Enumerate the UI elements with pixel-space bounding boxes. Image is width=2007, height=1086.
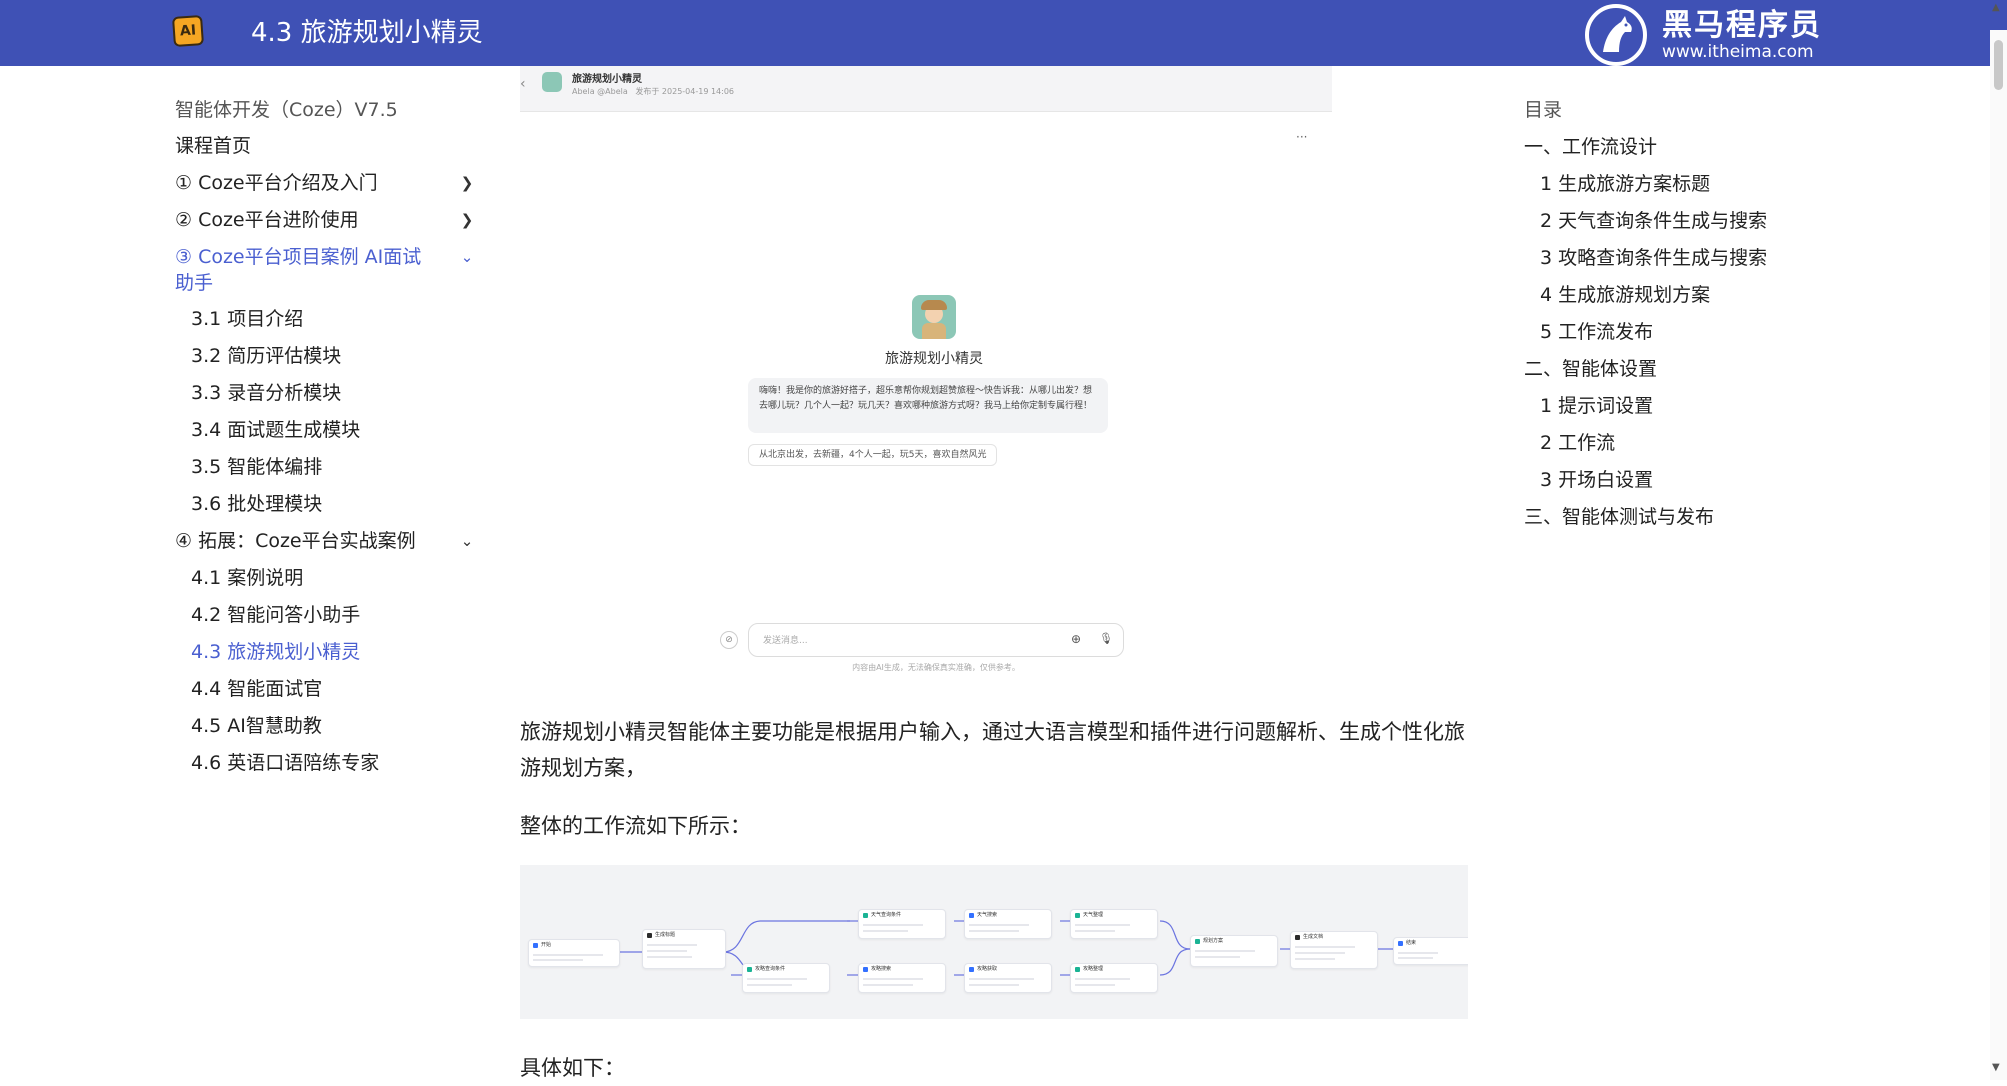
bot-title: 旅游规划小精灵: [572, 74, 642, 85]
suggested-question: 从北京出发，去新疆，4个人一起，玩5天，喜欢自然风光: [748, 444, 998, 466]
page-scrollbar[interactable]: [1990, 30, 2007, 1080]
add-attachment-icon: ⊕: [1071, 632, 1082, 646]
brand-logo[interactable]: 黑马程序员 www.itheima.com: [1585, 0, 1825, 66]
sidebar-item-label: ① Coze平台介绍及入门: [175, 172, 378, 194]
ai-logo-icon[interactable]: AI: [171, 14, 205, 48]
bot-header: ‹ 旅游规划小精灵 Abela @Abela 发布于 2025-04-19 14…: [520, 66, 1332, 112]
toc-item-workflow-publish[interactable]: 5 工作流发布: [1524, 318, 1784, 355]
workflow-node-output: 生成文档: [1290, 931, 1378, 969]
page-title: 4.3 旅游规划小精灵: [251, 18, 483, 48]
sidebar-item-4-6[interactable]: 4.6 英语口语陪练专家: [175, 750, 475, 787]
sidebar-item-section-2[interactable]: ② Coze平台进阶使用 ❯: [175, 207, 475, 244]
workflow-node-plan: 规划方案: [1190, 935, 1278, 967]
sidebar-item-label: 4.1 案例说明: [191, 567, 304, 589]
table-of-contents: 目录 一、工作流设计 1 生成旅游方案标题 2 天气查询条件生成与搜索 3 攻略…: [1524, 96, 1784, 540]
sidebar-item-label: 4.4 智能面试官: [191, 678, 323, 700]
top-header-bar: AI 4.3 旅游规划小精灵 黑马程序员 www.itheima.com: [0, 0, 2007, 66]
chevron-down-icon[interactable]: ⌄: [459, 528, 475, 554]
toc-item-generate-title[interactable]: 1 生成旅游方案标题: [1524, 170, 1784, 207]
toc-item-workflow[interactable]: 2 工作流: [1524, 429, 1784, 466]
bot-publish-date: 发布于 2025-04-19 14:06: [635, 87, 735, 96]
chevron-right-icon[interactable]: ❯: [459, 170, 475, 196]
course-sidebar: 智能体开发（Coze）V7.5 课程首页 ① Coze平台介绍及入门 ❯ ② Co…: [175, 96, 475, 787]
brand-name-cn: 黑马程序员: [1662, 8, 1822, 43]
sidebar-item-3-2[interactable]: 3.2 简历评估模块: [175, 343, 475, 380]
sidebar-item-3-6[interactable]: 3.6 批处理模块: [175, 491, 475, 528]
bot-name: 旅游规划小精灵: [885, 351, 983, 367]
workflow-node-end: 结束: [1393, 937, 1468, 965]
workflow-node-weather-cond: 天气查询条件: [858, 909, 946, 939]
sidebar-item-label: 3.1 项目介绍: [191, 308, 304, 330]
chat-input-box: 发送消息... ⊕ 🎙: [748, 623, 1124, 657]
clear-chat-icon: ⊘: [720, 631, 738, 649]
sidebar-item-section-4[interactable]: ④ 拓展：Coze平台实战案例 ⌄: [175, 528, 475, 565]
microphone-icon: 🎙: [1099, 632, 1113, 645]
sidebar-item-label: ② Coze平台进阶使用: [175, 209, 359, 231]
sidebar-item-3-1[interactable]: 3.1 项目介绍: [175, 306, 475, 343]
sidebar-item-section-1[interactable]: ① Coze平台介绍及入门 ❯: [175, 170, 475, 207]
workflow-node-guide-fetch: 攻略获取: [964, 963, 1052, 993]
sidebar-item-label: 4.5 AI智慧助教: [191, 715, 322, 737]
sidebar-item-label: 4.3 旅游规划小精灵: [191, 641, 361, 663]
bot-chat-screenshot: ‹ 旅游规划小精灵 Abela @Abela 发布于 2025-04-19 14…: [520, 66, 1332, 674]
scrollbar-thumb[interactable]: [1994, 40, 2003, 90]
workflow-node-weather-search: 天气搜索: [964, 909, 1052, 939]
workflow-node-title: 生成标题: [642, 929, 726, 969]
workflow-node-guide-cond: 攻略查询条件: [742, 963, 830, 993]
scroll-down-arrow-icon[interactable]: ▼: [1992, 1062, 2000, 1073]
more-options-icon: ···: [1296, 130, 1308, 144]
sidebar-item-label: 3.4 面试题生成模块: [191, 419, 361, 441]
sidebar-item-course-home[interactable]: 课程首页: [175, 133, 475, 170]
brand-url: www.itheima.com: [1662, 42, 1814, 62]
intro-paragraph: 旅游规划小精灵智能体主要功能是根据用户输入，通过大语言模型和插件进行问题解析、生…: [520, 720, 1465, 780]
toc-item-weather-search[interactable]: 2 天气查询条件生成与搜索: [1524, 207, 1784, 244]
workflow-node-start: 开始: [528, 939, 620, 967]
sidebar-item-4-1[interactable]: 4.1 案例说明: [175, 565, 475, 602]
toc-item-workflow-design[interactable]: 一、工作流设计: [1524, 133, 1784, 170]
sidebar-item-4-4[interactable]: 4.4 智能面试官: [175, 676, 475, 713]
bot-avatar-small: [542, 72, 562, 92]
sidebar-item-label: ③ Coze平台项目案例 AI面试助手: [175, 246, 422, 294]
horse-logo-icon: [1585, 4, 1647, 66]
greeting-bubble: 嗨嗨！我是你的旅游好搭子，超乐意帮你规划超赞旅程～快告诉我：从哪儿出发？想去哪儿…: [748, 378, 1108, 433]
sidebar-item-4-2[interactable]: 4.2 智能问答小助手: [175, 602, 475, 639]
toc-item-test-publish[interactable]: 三、智能体测试与发布: [1524, 503, 1784, 540]
toc-title: 目录: [1524, 99, 1563, 121]
toc-item-generate-plan[interactable]: 4 生成旅游规划方案: [1524, 281, 1784, 318]
toc-item-prompt-settings[interactable]: 1 提示词设置: [1524, 392, 1784, 429]
workflow-node-weather-merge: 天气整理: [1070, 909, 1158, 939]
sidebar-item-label: 3.5 智能体编排: [191, 456, 323, 478]
chat-input-placeholder: 发送消息...: [763, 636, 808, 646]
sidebar-item-3-4[interactable]: 3.4 面试题生成模块: [175, 417, 475, 454]
workflow-intro-text: 整体的工作流如下所示：: [520, 814, 751, 838]
sidebar-item-3-5[interactable]: 3.5 智能体编排: [175, 454, 475, 491]
sidebar-item-label: 3.3 录音分析模块: [191, 382, 342, 404]
workflow-diagram: 开始 生成标题 天气查询条件 天气搜索 天气整理 攻略查询条件 攻略搜索 攻略获…: [520, 865, 1468, 1019]
toc-item-agent-settings[interactable]: 二、智能体设置: [1524, 355, 1784, 392]
chevron-right-icon[interactable]: ❯: [459, 207, 475, 233]
bot-meta: Abela @Abela 发布于 2025-04-19 14:06: [572, 86, 734, 97]
sidebar-item-3-3[interactable]: 3.3 录音分析模块: [175, 380, 475, 417]
sidebar-item-label: 课程首页: [175, 135, 252, 157]
sidebar-item-section-3[interactable]: ③ Coze平台项目案例 AI面试助手 ⌄: [175, 244, 475, 306]
sidebar-item-label: 3.6 批处理模块: [191, 493, 323, 515]
workflow-node-guide-merge: 攻略整理: [1070, 963, 1158, 993]
sidebar-item-4-5[interactable]: 4.5 AI智慧助教: [175, 713, 475, 750]
bot-avatar: [912, 295, 956, 339]
scroll-up-arrow-icon[interactable]: ▲: [1992, 2, 2000, 13]
details-heading-text: 具体如下：: [520, 1056, 625, 1080]
toc-item-guide-search[interactable]: 3 攻略查询条件生成与搜索: [1524, 244, 1784, 281]
toc-item-opening-settings[interactable]: 3 开场白设置: [1524, 466, 1784, 503]
sidebar-item-label: ④ 拓展：Coze平台实战案例: [175, 530, 416, 552]
sidebar-item-label: 4.2 智能问答小助手: [191, 604, 361, 626]
chevron-down-icon[interactable]: ⌄: [459, 244, 475, 270]
workflow-node-guide-search: 攻略搜索: [858, 963, 946, 993]
sidebar-item-4-3[interactable]: 4.3 旅游规划小精灵: [175, 639, 475, 676]
bot-author: Abela @Abela: [572, 87, 628, 96]
back-arrow-icon: ‹: [520, 76, 526, 92]
ai-disclaimer: 内容由AI生成，无法确保真实准确，仅供参考。: [852, 663, 1020, 672]
sidebar-item-label: 4.6 英语口语陪练专家: [191, 752, 380, 774]
sidebar-heading: 智能体开发（Coze）V7.5: [175, 99, 398, 121]
sidebar-item-label: 3.2 简历评估模块: [191, 345, 342, 367]
